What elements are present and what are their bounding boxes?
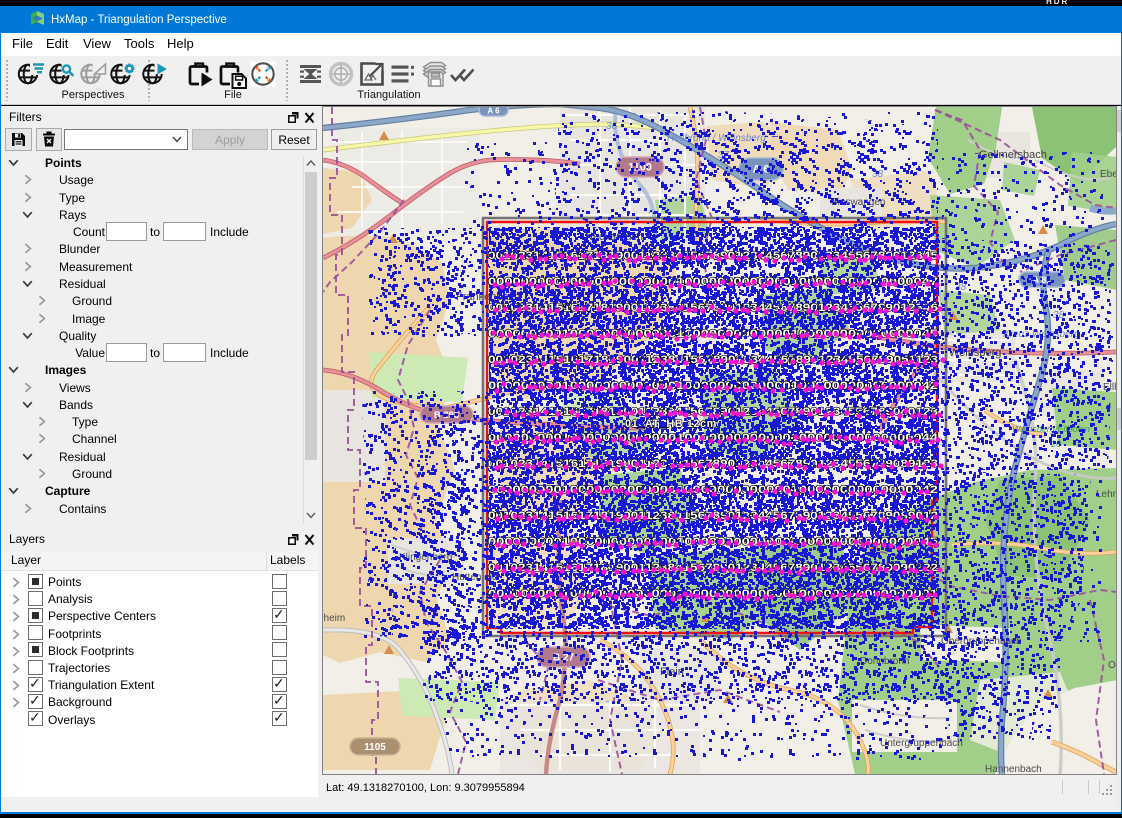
svg-text:Eberstadt: Eberstadt (1100, 169, 1116, 180)
svg-text:01_AT_HB 12cm: 01_AT_HB 12cm (625, 418, 717, 430)
svg-text:A 6: A 6 (487, 107, 500, 116)
svg-text:Oedheim: Oedheim (1108, 660, 1116, 671)
svg-text:dheim: dheim (323, 613, 345, 624)
svg-text:1105: 1105 (364, 742, 386, 753)
svg-text:Hannenbach: Hannenbach (985, 764, 1042, 774)
